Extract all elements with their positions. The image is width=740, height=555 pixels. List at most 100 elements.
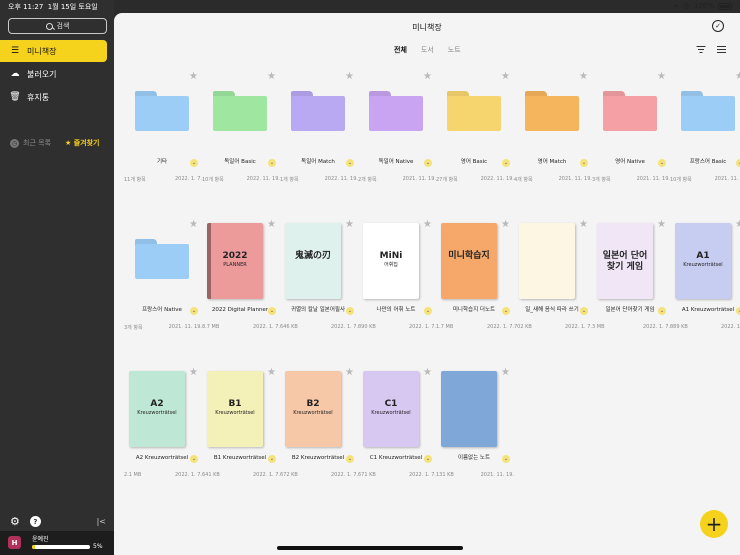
item-cover[interactable]: 鬼滅の刃 ★ [282, 219, 354, 303]
favorite-star-icon[interactable]: ★ [189, 219, 198, 230]
item-name: 귀멸의 칼날 일본어필사 [290, 307, 346, 313]
item-menu-chevron-icon[interactable]: ⌄ [658, 159, 666, 167]
item-menu-chevron-icon[interactable]: ⌄ [190, 159, 198, 167]
favorites-link[interactable]: ★ 즐겨찾기 [65, 138, 99, 148]
item-cover[interactable]: ★ [204, 71, 276, 155]
item-menu-chevron-icon[interactable]: ⌄ [502, 159, 510, 167]
page-title: 미니책장 [412, 23, 442, 32]
favorite-star-icon[interactable]: ★ [657, 71, 666, 82]
favorite-star-icon[interactable]: ★ [423, 219, 432, 230]
favorite-star-icon[interactable]: ★ [657, 219, 666, 230]
item-cover[interactable]: ★ [126, 71, 198, 155]
item-menu-chevron-icon[interactable]: ⌄ [346, 455, 354, 463]
item-menu-chevron-icon[interactable]: ⌄ [658, 307, 666, 315]
item-menu-chevron-icon[interactable]: ⌄ [424, 159, 432, 167]
favorite-star-icon[interactable]: ★ [189, 71, 198, 82]
favorite-star-icon[interactable]: ★ [345, 219, 354, 230]
item-menu-chevron-icon[interactable]: ⌄ [268, 159, 276, 167]
search-button[interactable]: 검색 [8, 18, 107, 34]
item-date: 2022. 1. 7. [408, 472, 436, 478]
tab-all[interactable]: 전체 [394, 45, 407, 55]
item-name: B2 Kreuzworträtsel [291, 455, 345, 461]
favorite-star-icon[interactable]: ★ [501, 71, 510, 82]
item-menu-chevron-icon[interactable]: ⌄ [346, 159, 354, 167]
item-menu-chevron-icon[interactable]: ⌄ [346, 307, 354, 315]
folder-icon [603, 91, 657, 131]
item-name: 독일어 Match [301, 159, 335, 165]
item-name: 미니학습지 더노트 [452, 307, 496, 313]
item-cover[interactable]: B2 Kreuzworträtsel ★ [282, 367, 354, 451]
item-menu-chevron-icon[interactable]: ⌄ [736, 307, 740, 315]
favorite-star-icon[interactable]: ★ [579, 219, 588, 230]
item-menu-chevron-icon[interactable]: ⌄ [190, 455, 198, 463]
tab-notes[interactable]: 노트 [448, 45, 461, 55]
item-menu-chevron-icon[interactable]: ⌄ [268, 455, 276, 463]
book-cover [519, 223, 575, 299]
item-menu-chevron-icon[interactable]: ⌄ [502, 307, 510, 315]
favorite-star-icon[interactable]: ★ [501, 367, 510, 378]
item-count-or-size: 2.1 MB [124, 472, 142, 478]
favorite-star-icon[interactable]: ★ [423, 71, 432, 82]
item-cover[interactable]: ★ [438, 71, 510, 155]
add-button[interactable]: + [700, 510, 728, 538]
sidebar-item-import[interactable]: ☁ 불러오기 [0, 63, 107, 85]
gear-icon[interactable]: ⚙ [10, 515, 20, 528]
item-menu-chevron-icon[interactable]: ⌄ [580, 159, 588, 167]
item-cover[interactable]: ★ [516, 71, 588, 155]
item-cover[interactable]: ★ [516, 219, 588, 303]
select-check-icon[interactable]: ✓ [712, 20, 724, 32]
item-cover[interactable]: 2022 PLANNER ★ [204, 219, 276, 303]
sidebar-item-trash[interactable]: 🗑 휴지통 [0, 86, 107, 108]
sidebar-item-minibookshelf[interactable]: ☰ 미니책장 [0, 40, 107, 62]
item-date: 2022. 1. 7. [174, 472, 202, 478]
favorite-star-icon[interactable]: ★ [423, 367, 432, 378]
item-cover[interactable]: A2 Kreuzworträtsel ★ [126, 367, 198, 451]
favorite-star-icon[interactable]: ★ [267, 219, 276, 230]
item-menu-chevron-icon[interactable]: ⌄ [502, 455, 510, 463]
favorite-star-icon[interactable]: ★ [735, 71, 740, 82]
home-indicator [277, 546, 463, 550]
favorite-star-icon[interactable]: ★ [267, 367, 276, 378]
item-cover[interactable]: ★ [594, 71, 666, 155]
item-menu-chevron-icon[interactable]: ⌄ [736, 159, 740, 167]
favorite-star-icon[interactable]: ★ [267, 71, 276, 82]
book-cover-title: 2022 [222, 251, 248, 261]
recent-list-link[interactable]: 최근 목록 [23, 138, 51, 148]
favorite-star-icon[interactable]: ★ [345, 71, 354, 82]
book-cover-title: 미니학습지 [448, 251, 490, 261]
tab-books[interactable]: 도서 [421, 45, 434, 55]
item-count-or-size: 2개 항목 [358, 177, 377, 183]
sidebar: 검색 ☰ 미니책장 ☁ 불러오기 🗑 휴지통 ◷ 최근 목록 ★ 즐겨찾기 ⚙ … [0, 0, 114, 555]
item-date: 2021. 11. 19. [402, 176, 436, 182]
favorite-star-icon[interactable]: ★ [735, 219, 740, 230]
avatar[interactable]: H [8, 536, 21, 549]
item-menu-chevron-icon[interactable]: ⌄ [190, 307, 198, 315]
item-cover[interactable]: C1 Kreuzworträtsel ★ [360, 367, 432, 451]
favorite-star-icon[interactable]: ★ [189, 367, 198, 378]
item-cover[interactable]: A1 Kreuzworträtsel ★ [672, 219, 740, 303]
item-menu-chevron-icon[interactable]: ⌄ [424, 455, 432, 463]
favorite-star-icon[interactable]: ★ [579, 71, 588, 82]
item-cover[interactable]: B1 Kreuzworträtsel ★ [204, 367, 276, 451]
item-menu-chevron-icon[interactable]: ⌄ [268, 307, 276, 315]
item-cover[interactable]: ★ [360, 71, 432, 155]
item-cover[interactable]: 일본어 단어찾기 게임 ★ [594, 219, 666, 303]
battery-icon [718, 2, 732, 10]
item-cover[interactable]: 미니학습지 ★ [438, 219, 510, 303]
filter-icon[interactable] [696, 46, 705, 53]
favorite-star-icon[interactable]: ★ [501, 219, 510, 230]
item-name: 프랑스어 Native [142, 307, 182, 313]
item-name: 일본어 단어찾기 게임 [605, 307, 655, 313]
item-cover[interactable]: MiNi 어휘집 ★ [360, 219, 432, 303]
list-view-icon[interactable] [717, 46, 726, 53]
help-icon[interactable]: ? [29, 516, 41, 527]
item-menu-chevron-icon[interactable]: ⌄ [580, 307, 588, 315]
favorite-star-icon[interactable]: ★ [345, 367, 354, 378]
collapse-sidebar-icon[interactable]: |< [97, 517, 106, 526]
item-cover[interactable]: ★ [438, 367, 510, 451]
item-menu-chevron-icon[interactable]: ⌄ [424, 307, 432, 315]
item-cover[interactable]: ★ [672, 71, 740, 155]
item-cover[interactable]: ★ [126, 219, 198, 303]
search-label: 검색 [56, 22, 70, 30]
item-cover[interactable]: ★ [282, 71, 354, 155]
